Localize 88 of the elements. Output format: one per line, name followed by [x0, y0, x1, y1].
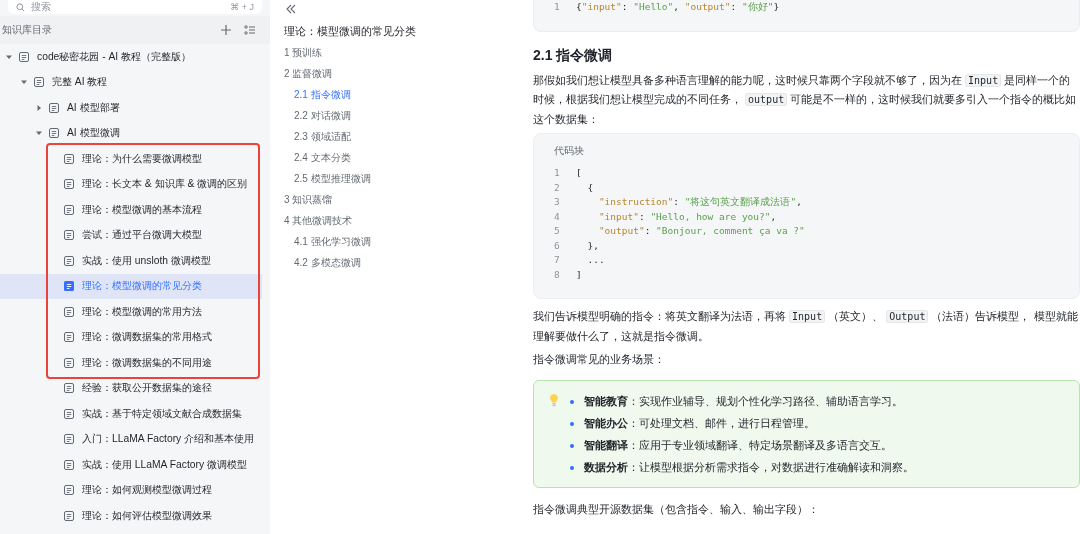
toc-link[interactable]: 2.3 领域适配 [284, 126, 524, 147]
lightbulb-icon [548, 392, 560, 407]
code-line: ... [586, 253, 605, 267]
document-icon [63, 229, 75, 242]
document-icon [63, 331, 75, 344]
bullet-icon [570, 421, 574, 426]
document-icon [63, 382, 75, 395]
toc-link[interactable]: 2.4 文本分类 [284, 147, 524, 168]
line-number: 5 [554, 224, 561, 238]
tree-item[interactable]: 理论：为什么需要微调模型 [0, 146, 262, 172]
line-number: 4 [554, 209, 561, 224]
tree-item[interactable]: 理论：长文本 & 知识库 & 微调的区别 [0, 171, 262, 197]
tree-item[interactable]: 尝试：通过平台微调大模型 [0, 222, 262, 248]
line-number: 1 [554, 166, 561, 180]
code-line: { [586, 180, 594, 195]
toc-link[interactable]: 4 其他微调技术 [284, 210, 524, 231]
bullet-icon [570, 399, 574, 404]
tree-item[interactable]: 完整 AI 教程 [0, 69, 262, 95]
code-line: ] [576, 267, 582, 282]
toc-link[interactable]: 2.1 指令微调 [284, 84, 524, 105]
line-number: 3 [554, 195, 561, 209]
tree-item[interactable]: AI 模型部署 [0, 95, 262, 121]
toc-link[interactable]: 2 监督微调 [284, 63, 524, 84]
tree-item[interactable]: 理论：如何观测模型微调过程 [0, 477, 262, 503]
tree-item[interactable]: 实战：基于特定领域文献合成数据集 [0, 401, 262, 427]
document-icon [48, 101, 60, 114]
line-number: 6 [554, 238, 561, 253]
code-line: "input": "Hello, how are you?", [597, 209, 777, 224]
document-icon [63, 484, 75, 497]
document-icon [63, 407, 75, 420]
tree-item[interactable]: 理论：微调数据集的不同用途 [0, 350, 262, 376]
document-icon [63, 254, 75, 267]
document-icon [33, 76, 45, 89]
toc-link[interactable]: 4.2 多模态微调 [284, 252, 524, 273]
document-icon [18, 50, 30, 63]
code-line: {"input": "Hello", "output": "你好"} [576, 0, 780, 14]
document-icon [63, 152, 75, 165]
tree-item[interactable]: 实战：使用 LLaMA Factory 微调模型 [0, 452, 262, 478]
document-icon [63, 178, 75, 191]
tree-item[interactable]: 理论：模型微调的常见分类 [0, 273, 262, 299]
toc-link[interactable]: 4.1 强化学习微调 [284, 231, 524, 252]
document-icon [63, 305, 75, 318]
document-icon [63, 433, 75, 446]
list-item: 智能教育：实现作业辅导、规划个性化学习路径、辅助语言学习。 [584, 394, 903, 409]
document-icon [63, 203, 75, 216]
document-icon [63, 356, 75, 369]
document-icon [48, 127, 60, 140]
paragraph: 那假如我们想让模型具备多种语言理解的能力呢，这时候只靠两个字段就不够了，因为在 Input 是同样一个的时候，根据我们想让模型完成的不同任务， output 可能是不一样的，这时候我们就要多引入一个指令的概比如这个数据集： [533, 72, 1078, 127]
toc-link[interactable]: 2.2 对话微调 [284, 105, 524, 126]
tree-item[interactable]: 入门：LLaMA Factory 介绍和基本使用 [0, 426, 262, 452]
list-item: 智能办公：可处理文档、邮件，进行日程管理。 [584, 416, 815, 431]
document-icon [63, 280, 75, 293]
paragraph: 我们告诉模型明确的指令：将英文翻译为法语，再将 Input （英文）、 Output （法语）告诉模型， 模型就能理解要做什么了，这就是指令微调。 [533, 309, 1079, 344]
tree-item[interactable]: AI 模型微调 [0, 120, 262, 146]
document-icon [63, 509, 75, 522]
tree-item[interactable]: 理论：模型微调的常用方法 [0, 299, 262, 325]
toc-link[interactable]: 3 知识蒸馏 [284, 189, 524, 210]
toc-title: 理论：模型微调的常见分类 [284, 24, 417, 39]
list-item: 智能翻译：应用于专业领域翻译、特定场景翻译及多语言交互。 [584, 438, 892, 453]
sidebar-heading: 知识库目录 [2, 23, 53, 37]
code-line: "output": "Bonjour, comment ça va ?" [597, 224, 805, 238]
line-number: 8 [554, 267, 561, 282]
paragraph: 指令微调常见的业务场景： [533, 352, 666, 367]
code-line: "instruction": "将这句英文翻译成法语", [597, 195, 802, 209]
tree-item[interactable]: 实战：使用 unsloth 微调模型 [0, 248, 262, 274]
toc-link[interactable]: 1 预训练 [284, 42, 524, 63]
search-icon [16, 2, 25, 12]
tree-item[interactable]: code秘密花园 - AI 教程（完整版） [0, 44, 262, 70]
document-icon [63, 458, 75, 471]
shortcut-hint: ⌘ + J [230, 2, 254, 12]
list-icon[interactable] [242, 22, 258, 38]
bullet-icon [570, 465, 574, 470]
toc-link[interactable]: 2.5 模型推理微调 [284, 168, 524, 189]
tree-item[interactable]: 理论：模型微调的基本流程 [0, 197, 262, 223]
bullet-icon [570, 443, 574, 448]
section-heading: 2.1 指令微调 [533, 45, 614, 65]
line-number: 1 [554, 0, 561, 14]
tree-item[interactable]: 理论：如何评估模型微调效果 [0, 503, 262, 529]
collapse-icon[interactable] [284, 2, 298, 16]
code-line: }, [586, 238, 599, 253]
code-line: [ [576, 166, 582, 180]
line-number: 7 [554, 253, 561, 267]
tree-item[interactable]: 经验：获取公开数据集的途径 [0, 375, 262, 401]
code-block-label: 代码块 [554, 144, 585, 158]
line-number: 2 [554, 180, 561, 195]
paragraph: 指令微调典型开源数据集（包含指令、输入、输出字段）： [533, 501, 820, 517]
tree-item[interactable]: 理论：微调数据集的常用格式 [0, 324, 262, 350]
list-item: 数据分析：让模型根据分析需求指令，对数据进行准确解读和洞察。 [584, 460, 914, 475]
